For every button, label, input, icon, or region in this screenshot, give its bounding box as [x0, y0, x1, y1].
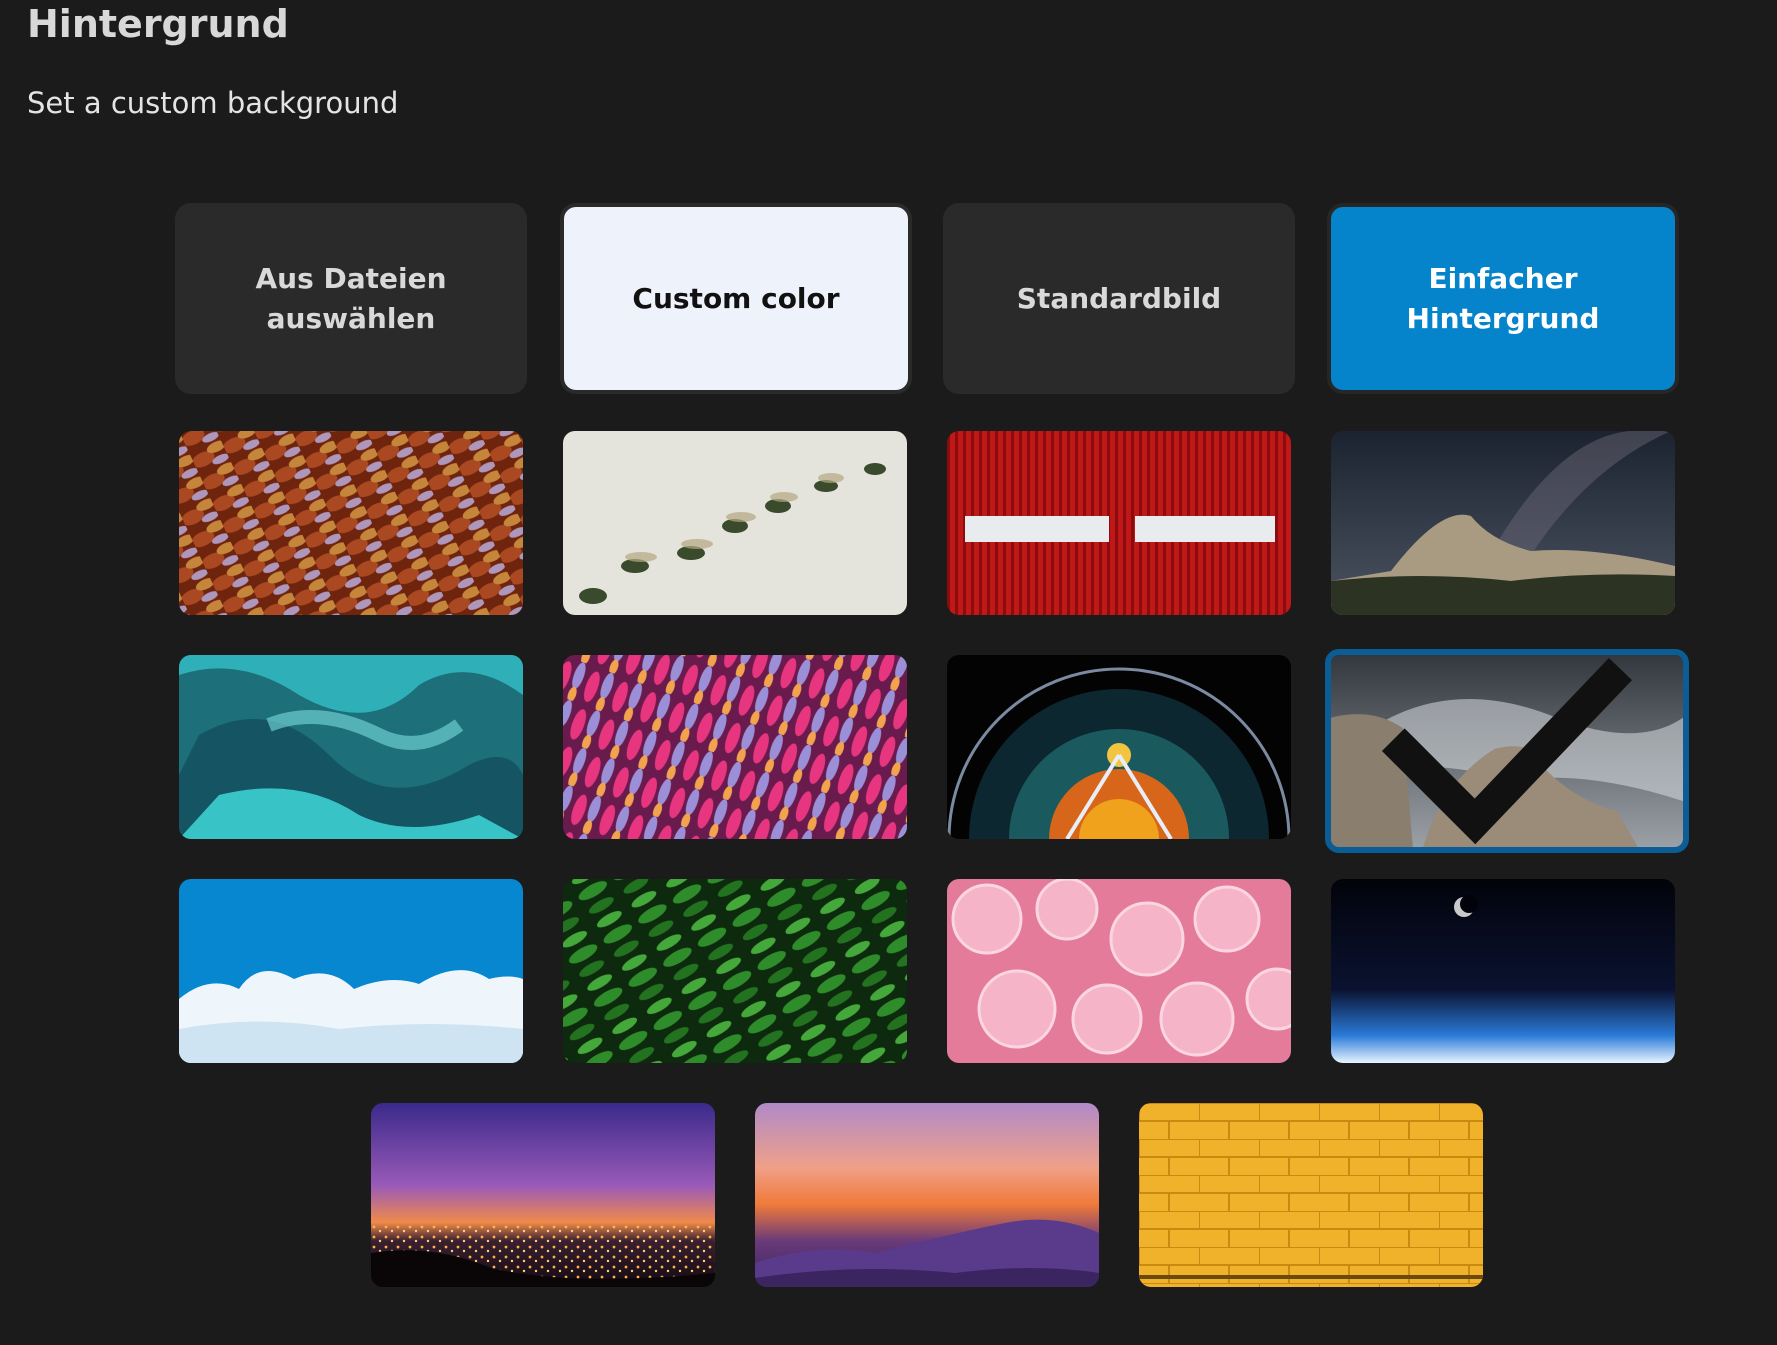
simple-background-button[interactable]: Einfacher Hintergrund [1327, 203, 1679, 394]
background-tile-milky-way[interactable] [1331, 431, 1675, 615]
background-tile-earth-space[interactable] [1331, 879, 1675, 1063]
default-image-button[interactable]: Standardbild [943, 203, 1295, 394]
background-tile-stormy-rocks[interactable] [1325, 649, 1689, 853]
background-tile-butterfly[interactable] [179, 431, 523, 615]
background-tile-teal-fluid[interactable] [179, 655, 523, 839]
background-tile-beetles[interactable] [563, 431, 907, 615]
page-subtitle: Set a custom background [27, 86, 399, 120]
background-tile-city-night[interactable] [371, 1103, 715, 1287]
background-tile-yellow-bricks[interactable] [1139, 1103, 1483, 1287]
background-tile-ferris-wheel[interactable] [947, 655, 1291, 839]
choose-from-files-button[interactable]: Aus Dateien auswählen [175, 203, 527, 394]
background-tile-clouds[interactable] [179, 879, 523, 1063]
background-tile-ferns[interactable] [563, 879, 907, 1063]
background-tile-pink-ribbons[interactable] [563, 655, 907, 839]
background-tile-sunset-mountains[interactable] [755, 1103, 1099, 1287]
background-tile-pink-bubbles[interactable] [947, 879, 1291, 1063]
custom-color-button[interactable]: Custom color [560, 203, 912, 394]
background-tile-red-wall[interactable] [947, 431, 1291, 615]
checkmark-icon [1381, 657, 1633, 845]
page-title: Hintergrund [27, 2, 289, 46]
